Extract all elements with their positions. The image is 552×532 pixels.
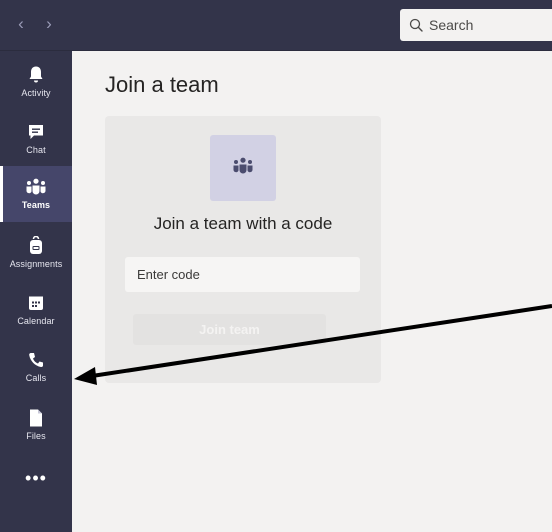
calendar-icon bbox=[27, 292, 45, 314]
sidebar-item-files[interactable]: Files bbox=[0, 397, 72, 453]
forward-arrow-icon[interactable]: › bbox=[40, 13, 58, 35]
sidebar-item-activity[interactable]: Activity bbox=[0, 54, 72, 110]
search-box[interactable]: Search bbox=[400, 9, 552, 41]
sidebar-item-label: Calendar bbox=[17, 316, 55, 326]
sidebar-item-label: Calls bbox=[25, 373, 47, 383]
sidebar-item-label: Chat bbox=[26, 145, 46, 155]
page-title: Join a team bbox=[105, 72, 219, 97]
sidebar-item-label: Files bbox=[26, 431, 46, 441]
back-arrow-icon[interactable]: ‹ bbox=[12, 13, 30, 35]
phone-icon bbox=[27, 349, 45, 371]
search-placeholder: Search bbox=[429, 17, 474, 33]
app-bar: Activity Chat Teams Assignments Calendar… bbox=[0, 51, 72, 532]
backpack-icon bbox=[28, 235, 44, 257]
card-heading: Join a team with a code bbox=[153, 214, 333, 233]
search-icon bbox=[409, 18, 423, 32]
sidebar-item-label: Teams bbox=[21, 200, 51, 210]
sidebar-item-label: Assignments bbox=[9, 259, 63, 269]
file-icon bbox=[28, 407, 44, 429]
more-apps-button[interactable]: ••• bbox=[0, 469, 72, 495]
teams-icon bbox=[232, 157, 254, 180]
team-tile bbox=[210, 135, 276, 201]
join-team-button[interactable]: Join team bbox=[133, 314, 326, 345]
code-input[interactable] bbox=[125, 257, 360, 292]
join-team-card: Join a team with a code Join team bbox=[105, 116, 381, 383]
sidebar-item-label: Activity bbox=[21, 88, 51, 98]
title-bar: ‹ › Search bbox=[0, 0, 552, 51]
bell-icon bbox=[27, 64, 45, 86]
sidebar-item-calendar[interactable]: Calendar bbox=[0, 282, 72, 338]
teams-icon bbox=[25, 176, 47, 198]
sidebar-item-calls[interactable]: Calls bbox=[0, 339, 72, 395]
sidebar-item-teams[interactable]: Teams bbox=[0, 166, 72, 222]
chat-icon bbox=[27, 121, 45, 143]
sidebar-item-assignments[interactable]: Assignments bbox=[0, 225, 72, 281]
sidebar-item-chat[interactable]: Chat bbox=[0, 111, 72, 167]
